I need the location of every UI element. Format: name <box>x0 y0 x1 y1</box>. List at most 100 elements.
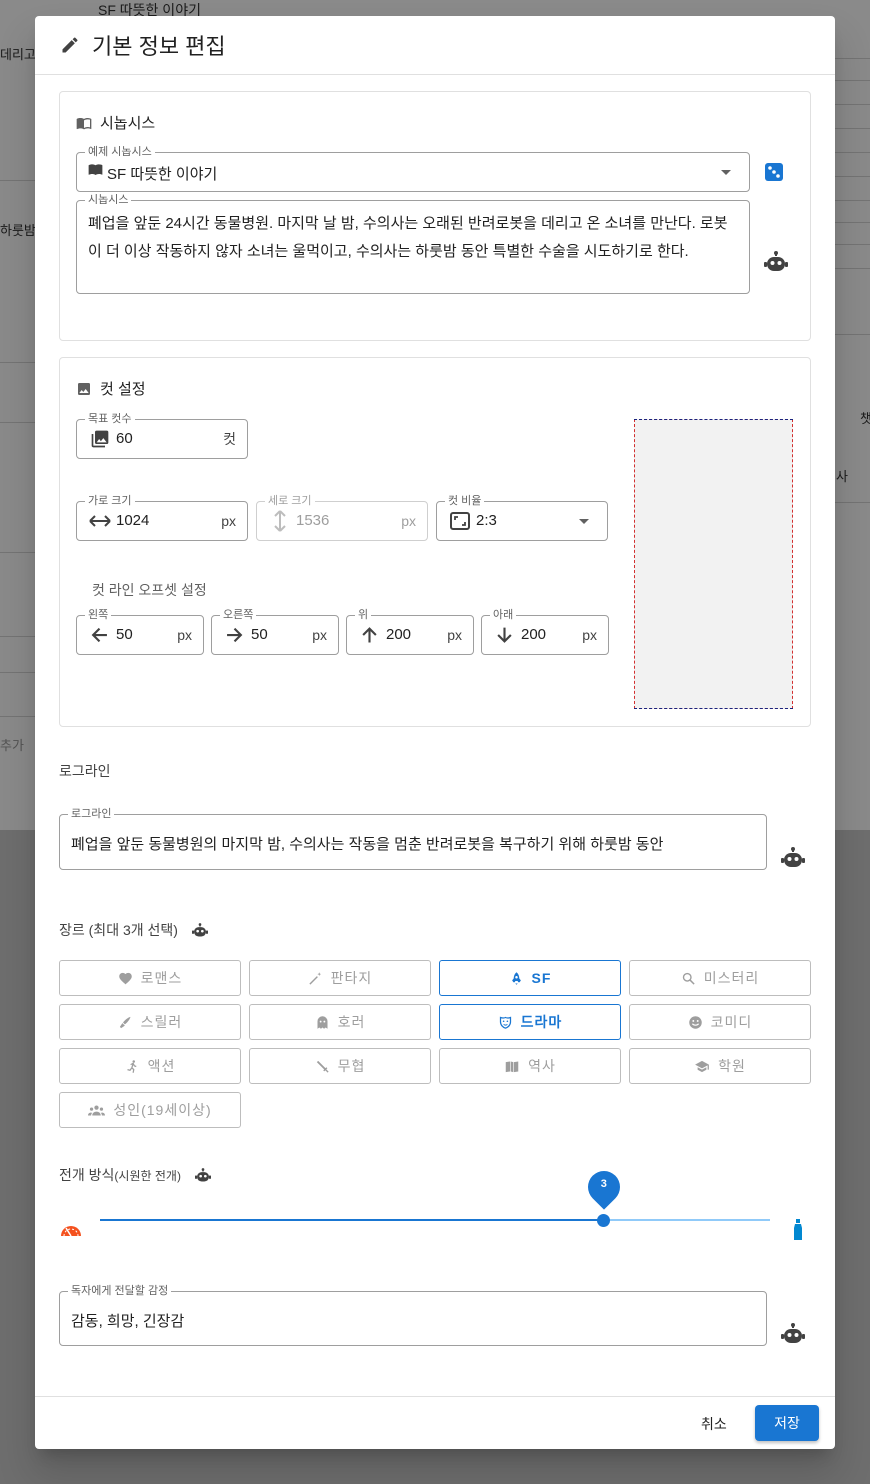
smile-icon <box>688 1015 711 1030</box>
pacing-heading-text: 전개 방식 <box>59 1167 115 1183</box>
pacing-heading: 전개 방식 (시원한 전개) <box>59 1165 219 1185</box>
genre-chip-drama[interactable]: 드라마 <box>439 1004 621 1040</box>
genre-chip-label: 코미디 <box>710 1014 753 1030</box>
genre-heading-text: 장르 (최대 3개 선택) <box>59 922 178 938</box>
offset-top-label: 위 <box>355 608 372 622</box>
chevron-down-icon <box>579 519 589 524</box>
logline-heading: 로그라인 <box>59 763 111 779</box>
magic-wand-icon <box>308 971 331 986</box>
knife-icon <box>118 1015 141 1030</box>
dialog-footer: 취소 저장 <box>35 1396 835 1449</box>
genre-chip-action[interactable]: 액션 <box>59 1048 241 1084</box>
genre-chip-fantasy[interactable]: 판타지 <box>249 960 431 996</box>
sword-icon <box>315 1059 338 1074</box>
slow-speed-icon <box>59 1223 83 1237</box>
robot-icon[interactable] <box>191 922 216 938</box>
aspect-ratio-icon <box>450 512 470 530</box>
synopsis-heading: 시놉시스 <box>76 112 155 133</box>
synopsis-textarea[interactable]: 시놉시스 폐업을 앞둔 24시간 동물병원. 마지막 날 밤, 수의사는 오래된… <box>76 193 750 294</box>
cut-settings-card: 컷 설정 목표 컷수 60 컷 가로 크기 1024 px 세로 크기 1536… <box>59 357 811 727</box>
book-icon <box>88 162 103 177</box>
emotion-label: 독자에게 전달할 감정 <box>68 1284 172 1298</box>
genre-chip-label: 무협 <box>337 1058 366 1074</box>
genre-chip-label: 로맨스 <box>140 970 183 986</box>
synopsis-text: 폐업을 앞둔 24시간 동물병원. 마지막 날 밤, 수의사는 오래된 반려로봇… <box>88 215 728 260</box>
offset-top-value: 200 <box>386 626 412 643</box>
offset-bottom-field[interactable]: 아래 200 px <box>481 608 609 655</box>
running-icon <box>125 1059 148 1074</box>
offset-bottom-value: 200 <box>521 626 547 643</box>
genre-chip-sf[interactable]: SF <box>439 960 621 996</box>
dialog-title: 기본 정보 편집 <box>92 34 226 59</box>
width-unit: px <box>221 513 236 529</box>
example-synopsis-label: 예제 시놉시스 <box>85 145 155 159</box>
genre-chip-label: 스릴러 <box>140 1014 183 1030</box>
pacing-slider-thumb[interactable] <box>597 1213 611 1227</box>
arrow-right-icon <box>226 627 243 644</box>
pacing-slider-track[interactable] <box>100 1219 770 1221</box>
ghost-icon <box>315 1015 338 1030</box>
genre-chip-adult[interactable]: 성인(19세이상) <box>59 1092 241 1128</box>
genre-chip-history[interactable]: 역사 <box>439 1048 621 1084</box>
genre-chip-comedy[interactable]: 코미디 <box>629 1004 811 1040</box>
group-icon <box>88 1103 113 1118</box>
genre-chip-label: 판타지 <box>330 970 373 986</box>
cut-settings-heading: 컷 설정 <box>76 378 146 399</box>
vertical-arrows-icon <box>273 510 287 532</box>
cut-ratio-select[interactable]: 컷 비율 2:3 <box>436 494 608 541</box>
cut-settings-heading-text: 컷 설정 <box>100 381 146 398</box>
genre-chip-school[interactable]: 학원 <box>629 1048 811 1084</box>
example-synopsis-select[interactable]: 예제 시놉시스 SF 따뜻한 이야기 <box>76 145 750 192</box>
offset-right-field[interactable]: 오른쪽 50 px <box>211 608 339 655</box>
genre-chip-label: 성인(19세이상) <box>113 1102 212 1118</box>
emotion-field[interactable]: 독자에게 전달할 감정 감동, 희망, 긴장감 <box>59 1284 767 1346</box>
photo-library-icon <box>90 429 110 449</box>
target-cuts-unit: 컷 <box>223 431 236 447</box>
cut-preview <box>634 419 793 709</box>
genre-chip-thriller[interactable]: 스릴러 <box>59 1004 241 1040</box>
height-unit: px <box>401 513 416 529</box>
robot-icon[interactable] <box>194 1167 219 1183</box>
target-cuts-label: 목표 컷수 <box>85 412 135 426</box>
cut-ratio-value: 2:3 <box>476 512 497 529</box>
width-field[interactable]: 가로 크기 1024 px <box>76 494 248 541</box>
width-label: 가로 크기 <box>85 494 135 508</box>
height-value: 1536 <box>296 512 330 529</box>
target-cuts-field[interactable]: 목표 컷수 60 컷 <box>76 412 248 459</box>
pacing-slider-fill <box>100 1219 604 1221</box>
robot-icon[interactable] <box>764 251 788 273</box>
logline-label: 로그라인 <box>68 807 115 821</box>
target-cuts-value: 60 <box>116 430 133 447</box>
dialog-header: 기본 정보 편집 <box>35 16 835 75</box>
save-button[interactable]: 저장 <box>755 1405 819 1441</box>
synopsis-label: 시놉시스 <box>85 193 132 207</box>
offset-top-field[interactable]: 위 200 px <box>346 608 474 655</box>
synopsis-heading-text: 시놉시스 <box>100 115 156 132</box>
cancel-button[interactable]: 취소 <box>701 1414 727 1434</box>
genre-chip-label: 역사 <box>528 1058 556 1074</box>
robot-icon[interactable] <box>781 847 805 869</box>
genre-chip-label: 액션 <box>147 1058 176 1074</box>
height-field: 세로 크기 1536 px <box>256 494 428 541</box>
offset-bottom-unit: px <box>582 627 597 643</box>
genre-chip-martial-arts[interactable]: 무협 <box>249 1048 431 1084</box>
emotion-value: 감동, 희망, 긴장감 <box>71 1313 185 1330</box>
genre-heading: 장르 (최대 3개 선택) <box>59 920 216 940</box>
robot-icon[interactable] <box>781 1323 805 1345</box>
dice-icon[interactable] <box>764 162 784 182</box>
offset-right-unit: px <box>312 627 327 643</box>
arrow-down-icon <box>496 627 513 644</box>
offset-left-field[interactable]: 왼쪽 50 px <box>76 608 204 655</box>
example-synopsis-value: SF 따뜻한 이야기 <box>107 166 218 183</box>
cut-ratio-label: 컷 비율 <box>445 494 485 508</box>
genre-chip-mystery[interactable]: 미스터리 <box>629 960 811 996</box>
offset-top-unit: px <box>447 627 462 643</box>
fast-speed-icon <box>793 1219 803 1241</box>
offset-left-label: 왼쪽 <box>85 608 112 622</box>
genre-chip-label: SF <box>531 970 552 986</box>
genre-chip-romance[interactable]: 로맨스 <box>59 960 241 996</box>
offset-heading: 컷 라인 오프셋 설정 <box>92 582 207 598</box>
genre-chip-horror[interactable]: 호러 <box>249 1004 431 1040</box>
logline-field[interactable]: 로그라인 폐업을 앞둔 동물병원의 마지막 밤, 수의사는 작동을 멈춘 반려로… <box>59 807 767 870</box>
heart-icon <box>118 971 141 986</box>
